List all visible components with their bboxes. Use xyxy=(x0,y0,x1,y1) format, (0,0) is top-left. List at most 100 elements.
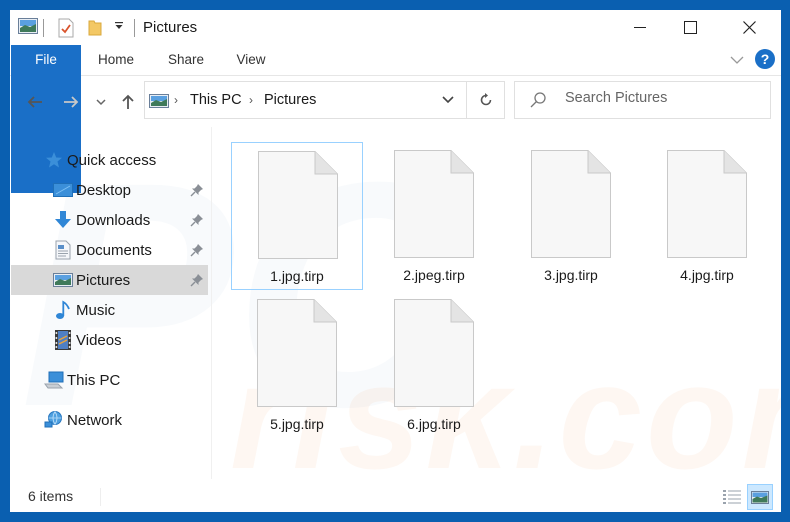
minimize-icon xyxy=(634,27,646,28)
sidebar-item-this-pc[interactable]: This PC xyxy=(11,365,208,395)
pin-icon[interactable] xyxy=(190,213,204,231)
music-icon xyxy=(53,300,73,320)
file-icon xyxy=(257,299,337,412)
sidebar-item-label: Desktop xyxy=(76,181,132,199)
title-separator xyxy=(134,19,135,37)
breadcrumb-pictures[interactable]: Pictures xyxy=(264,92,316,108)
breadcrumb-this-pc[interactable]: This PC xyxy=(190,92,242,108)
window-title: Pictures xyxy=(143,19,198,36)
title-separator xyxy=(43,19,44,37)
details-view-button[interactable] xyxy=(721,486,743,508)
tab-share[interactable]: Share xyxy=(158,45,214,74)
file-name: 3.jpg.tirp xyxy=(544,267,598,283)
sidebar-item-label: This PC xyxy=(67,371,121,389)
pin-icon[interactable] xyxy=(190,273,204,291)
file-item[interactable]: 1.jpg.tirp xyxy=(231,142,363,290)
sidebar-item-label: Documents xyxy=(76,241,152,259)
documents-icon xyxy=(53,240,73,260)
expand-ribbon-button[interactable] xyxy=(728,51,746,69)
back-button[interactable] xyxy=(24,91,46,113)
large-icons-view-button[interactable] xyxy=(747,484,773,510)
pictures-icon xyxy=(18,18,38,34)
address-bar[interactable]: › This PC › Pictures xyxy=(144,81,505,119)
file-name: 5.jpg.tirp xyxy=(270,416,324,432)
item-count: 6 items xyxy=(28,488,74,504)
status-bar: 6 items xyxy=(10,482,781,512)
arrow-left-icon xyxy=(27,96,42,108)
file-icon xyxy=(394,299,474,412)
pane-divider[interactable] xyxy=(211,127,212,479)
file-list: 1.jpg.tirp 2.jpeg.tirp 3.jpg.tirp 4.jpg.… xyxy=(213,127,781,479)
sidebar-item-documents[interactable]: Documents xyxy=(11,235,208,265)
refresh-icon xyxy=(480,93,492,106)
navigation-bar: › This PC › Pictures xyxy=(10,76,781,126)
close-button[interactable] xyxy=(726,10,772,44)
up-button[interactable] xyxy=(117,91,139,113)
forward-button[interactable] xyxy=(60,91,82,113)
file-item[interactable]: 6.jpg.tirp xyxy=(368,291,500,439)
customize-dropdown-icon[interactable] xyxy=(114,21,124,31)
sidebar-item-pictures[interactable]: Pictures xyxy=(11,265,208,295)
navigation-pane: Quick access Desktop Downloads Documents… xyxy=(10,127,210,479)
details-view-icon xyxy=(723,490,741,504)
sidebar-item-label: Music xyxy=(76,301,116,319)
chevron-down-icon xyxy=(730,56,744,64)
chevron-down-icon xyxy=(442,96,454,104)
file-item[interactable]: 4.jpg.tirp xyxy=(641,142,773,290)
chevron-down-icon xyxy=(96,99,106,106)
tab-view[interactable]: View xyxy=(226,45,276,74)
sidebar-item-music[interactable]: Music xyxy=(11,295,208,325)
star-icon xyxy=(44,150,64,170)
file-icon xyxy=(258,151,338,264)
videos-icon xyxy=(53,330,73,350)
file-name: 1.jpg.tirp xyxy=(270,268,324,284)
file-name: 2.jpeg.tirp xyxy=(403,267,465,283)
breadcrumb-separator-icon[interactable]: › xyxy=(249,93,253,107)
help-button[interactable]: ? xyxy=(755,49,775,69)
title-bar: Pictures xyxy=(10,10,781,44)
arrow-right-icon xyxy=(64,96,79,108)
pictures-icon xyxy=(149,94,169,113)
breadcrumb-separator-icon[interactable]: › xyxy=(174,93,178,107)
computer-icon xyxy=(44,370,64,390)
recent-locations-button[interactable] xyxy=(90,91,112,113)
file-item[interactable]: 2.jpeg.tirp xyxy=(368,142,500,290)
file-name: 4.jpg.tirp xyxy=(680,267,734,283)
arrow-up-icon xyxy=(122,94,134,109)
file-item[interactable]: 3.jpg.tirp xyxy=(505,142,637,290)
search-input[interactable] xyxy=(565,90,765,106)
ribbon-tabs: File Home Share View ? xyxy=(10,45,781,193)
file-icon xyxy=(394,150,474,263)
file-name: 6.jpg.tirp xyxy=(407,416,461,432)
desktop-icon xyxy=(53,180,73,200)
refresh-button[interactable] xyxy=(466,82,505,118)
file-item[interactable]: 5.jpg.tirp xyxy=(231,291,363,439)
sidebar-item-label: Downloads xyxy=(76,211,151,229)
new-folder-icon[interactable] xyxy=(88,18,102,36)
sidebar-item-label: Videos xyxy=(76,331,122,349)
pictures-icon xyxy=(53,270,73,290)
maximize-icon xyxy=(683,20,697,34)
search-box[interactable] xyxy=(514,81,771,119)
sidebar-item-quick-access[interactable]: Quick access xyxy=(11,145,208,175)
explorer-window: PC risk.com Pictures File Home Shar xyxy=(10,10,781,512)
address-history-button[interactable] xyxy=(432,82,464,118)
sidebar-item-desktop[interactable]: Desktop xyxy=(11,175,208,205)
large-icons-view-icon xyxy=(751,490,769,504)
status-separator xyxy=(100,488,101,506)
sidebar-item-downloads[interactable]: Downloads xyxy=(11,205,208,235)
pin-icon[interactable] xyxy=(190,243,204,261)
properties-icon[interactable] xyxy=(58,18,74,38)
maximize-button[interactable] xyxy=(667,10,713,44)
network-icon xyxy=(44,410,64,430)
minimize-button[interactable] xyxy=(617,10,663,44)
sidebar-item-label: Network xyxy=(67,411,123,429)
close-icon xyxy=(742,20,756,34)
tab-home[interactable]: Home xyxy=(88,45,144,74)
sidebar-item-videos[interactable]: Videos xyxy=(11,325,208,355)
sidebar-item-label: Quick access xyxy=(67,151,157,169)
download-icon xyxy=(53,210,73,230)
search-icon xyxy=(529,91,547,114)
pin-icon[interactable] xyxy=(190,183,204,201)
sidebar-item-network[interactable]: Network xyxy=(11,405,208,435)
